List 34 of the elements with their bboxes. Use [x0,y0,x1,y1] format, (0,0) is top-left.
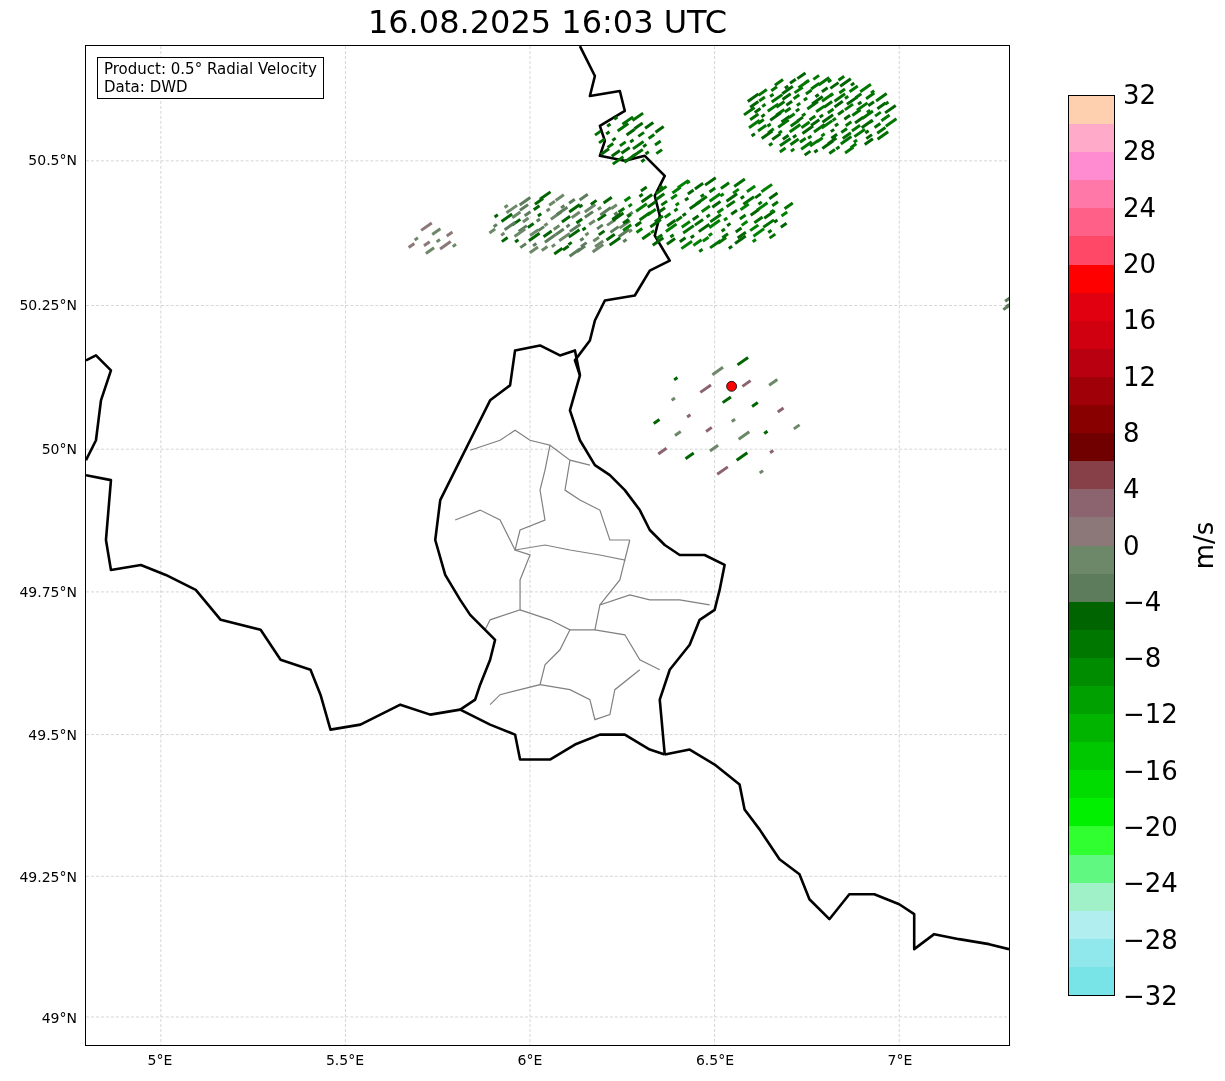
longitude-label: 5.5°E [325,1052,365,1068]
longitude-label: 7°E [887,1052,913,1068]
latitude-label: 49.5°N [28,727,77,743]
colorbar-tick-label: 16 [1123,305,1157,336]
latitude-label: 49.25°N [19,869,77,885]
colorbar-tick-label: −32 [1123,981,1178,1011]
colorbar-label: m/s [1188,521,1221,570]
latitude-label: 49.75°N [19,584,77,600]
latitude-label: 50.25°N [19,297,77,313]
colorbar-tick-label: −4 [1123,586,1162,617]
latitude-label: 49°N [41,1010,77,1026]
latitude-label: 50.5°N [28,152,77,168]
info-text: Data: DWD [104,78,189,96]
radar-site-marker [726,380,737,392]
colorbar-tick-label: −24 [1123,868,1178,899]
colorbar-tick-label: 12 [1123,361,1157,392]
info-text: Product: 0.5° Radial Velocity [104,60,317,78]
longitude-label: 6°E [517,1052,543,1068]
longitude-label: 6.5°E [695,1052,735,1068]
longitude-label: 5°E [147,1052,173,1068]
colorbar-tick-label: −20 [1123,812,1178,843]
plot-title: 16.08.2025 16:03 UTC [366,2,729,43]
latitude-label: 50°N [41,441,77,457]
colorbar-tick-label: 32 [1123,80,1157,110]
colorbar-tick-label: −16 [1123,755,1178,786]
colorbar-tick-label: 28 [1123,136,1157,167]
colorbar-tick-label: 4 [1123,474,1140,505]
colorbar-tick-label: −28 [1123,924,1178,955]
colorbar-tick-label: −8 [1123,643,1162,674]
colorbar-tick-label: −12 [1123,699,1178,730]
colorbar-tick-label: 8 [1123,417,1140,448]
colorbar-tick-label: 20 [1123,248,1157,279]
colorbar-tick-label: 0 [1123,530,1140,561]
colorbar-tick-label: 24 [1123,192,1157,223]
